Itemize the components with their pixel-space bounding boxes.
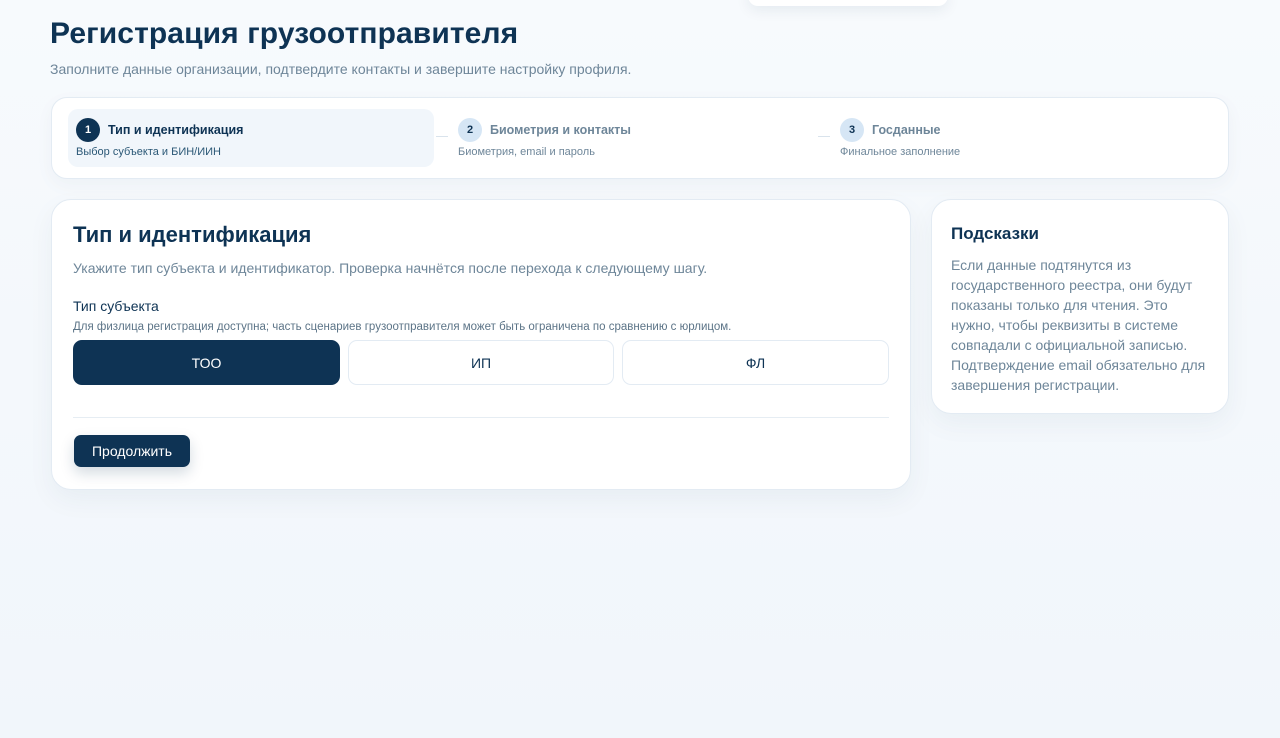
step-title: Биометрия и контакты — [490, 123, 631, 137]
step-number: 3 — [840, 118, 864, 142]
subject-type-ip-button[interactable]: ИП — [348, 340, 614, 385]
hints-text: Если данные подтянутся из государственно… — [951, 257, 1206, 393]
subject-type-hint: Для физлица регистрация доступна; часть … — [73, 321, 732, 333]
step-title: Тип и идентификация — [108, 123, 244, 137]
top-decoration — [748, 0, 948, 6]
subject-type-too-button[interactable]: ТОО — [73, 340, 340, 385]
page-title: Регистрация грузоотправителя — [50, 17, 519, 50]
form-title: Тип и идентификация — [73, 222, 312, 247]
hints-title: Подсказки — [951, 224, 1039, 243]
registration-stepper: 1 Тип и идентификация Выбор субъекта и Б… — [51, 97, 1229, 179]
form-divider — [73, 417, 889, 418]
form-card: Тип и идентификация Укажите тип субъекта… — [51, 199, 911, 490]
subject-type-fl-button[interactable]: ФЛ — [622, 340, 889, 385]
step-description: Выбор субъекта и БИН/ИИН — [76, 146, 221, 158]
step-description: Биометрия, email и пароль — [458, 146, 595, 158]
step-number: 2 — [458, 118, 482, 142]
step-3[interactable]: 3 Госданные Финальное заполнение — [832, 109, 1198, 167]
step-2[interactable]: 2 Биометрия и контакты Биометрия, email … — [450, 109, 816, 167]
step-description: Финальное заполнение — [840, 146, 961, 158]
form-description: Укажите тип субъекта и идентификатор. Пр… — [73, 260, 708, 276]
step-1[interactable]: 1 Тип и идентификация Выбор субъекта и Б… — [68, 109, 434, 167]
step-title: Госданные — [872, 123, 941, 137]
step-connector — [436, 136, 448, 137]
continue-button[interactable]: Продолжить — [74, 435, 190, 467]
hints-card: Подсказки Если данные подтянутся из госу… — [931, 199, 1229, 414]
page-subtitle: Заполните данные организации, подтвердит… — [50, 61, 632, 77]
step-connector — [818, 136, 830, 137]
step-number: 1 — [76, 118, 100, 142]
subject-type-label: Тип субъекта — [73, 298, 159, 314]
